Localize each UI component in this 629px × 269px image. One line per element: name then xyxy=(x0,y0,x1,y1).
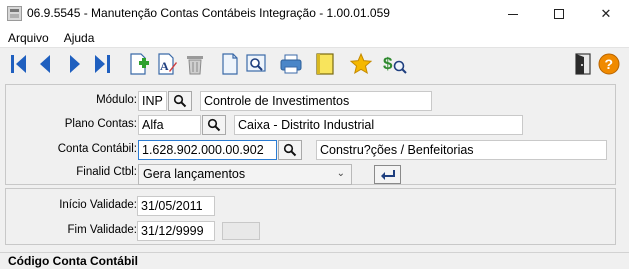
svg-text:?: ? xyxy=(605,56,614,72)
favorite-button[interactable] xyxy=(348,51,374,77)
finalidade-label: Finalid Ctbl: xyxy=(76,166,137,178)
title-bar: 06.9.5545 - Manutenção Contas Contábeis … xyxy=(0,0,629,28)
conta-search-button[interactable] xyxy=(278,140,302,160)
plano-description-field: Caixa - Distrito Industrial xyxy=(234,115,523,135)
delete-record-icon xyxy=(187,56,203,75)
last-record-icon xyxy=(95,55,110,73)
modulo-label: Módulo: xyxy=(96,94,137,106)
edit-record-icon: A xyxy=(158,53,177,75)
minimize-icon xyxy=(508,13,518,15)
app-icon xyxy=(7,6,22,21)
inicio-validade-label: Início Validade: xyxy=(59,199,137,211)
toolbar: A $ ? xyxy=(0,47,629,80)
minimize-button[interactable] xyxy=(490,0,536,28)
help-icon: ? xyxy=(598,53,620,75)
exit-button[interactable] xyxy=(570,51,596,77)
notes-button[interactable] xyxy=(312,51,338,77)
validity-panel: Início Validade: 31/05/2011 Fim Validade… xyxy=(5,188,616,245)
conta-code-field[interactable]: 1.628.902.000.00.902 xyxy=(138,140,277,160)
next-record-icon xyxy=(70,55,80,73)
svg-text:A: A xyxy=(160,59,169,73)
help-button[interactable]: ? xyxy=(596,51,622,77)
next-record-button[interactable] xyxy=(62,51,88,77)
first-record-icon xyxy=(11,55,26,73)
menu-ajuda[interactable]: Ajuda xyxy=(56,31,102,45)
plano-code-field[interactable]: Alfa xyxy=(138,115,201,135)
edit-record-button[interactable]: A xyxy=(154,51,180,77)
window-title: 06.9.5545 - Manutenção Contas Contábeis … xyxy=(27,6,390,20)
maximize-icon xyxy=(554,9,564,19)
modulo-description-field: Controle de Investimentos xyxy=(200,91,432,111)
first-record-button[interactable] xyxy=(6,51,32,77)
modulo-search-button[interactable] xyxy=(168,91,192,111)
finance-query-icon: $ xyxy=(383,54,407,74)
copy-record-button[interactable] xyxy=(217,51,243,77)
close-icon: ✕ xyxy=(600,6,612,22)
chevron-down-icon: ⌄ xyxy=(336,168,345,179)
notes-icon xyxy=(316,53,334,75)
plano-search-button[interactable] xyxy=(202,115,226,135)
previous-record-icon xyxy=(40,55,50,73)
delete-record-button[interactable] xyxy=(182,51,208,77)
print-button[interactable] xyxy=(278,51,304,77)
maximize-button[interactable] xyxy=(536,0,582,28)
fim-validade-extra-field xyxy=(222,222,260,240)
plano-label: Plano Contas: xyxy=(64,118,137,130)
conta-description-field: Constru?ções / Benfeitorias xyxy=(316,140,607,160)
status-text: Código Conta Contábil xyxy=(8,254,138,268)
menu-bar: Arquivo Ajuda xyxy=(0,28,629,47)
fim-validade-label: Fim Validade: xyxy=(67,224,137,236)
favorite-star-icon xyxy=(349,52,373,75)
finance-query-button[interactable]: $ xyxy=(382,51,408,77)
last-record-button[interactable] xyxy=(89,51,115,77)
svg-text:$: $ xyxy=(383,54,393,73)
modulo-code-field[interactable]: INP xyxy=(138,91,167,111)
search-record-button[interactable] xyxy=(243,51,269,77)
exit-door-icon xyxy=(575,53,591,75)
close-button[interactable]: ✕ xyxy=(583,0,629,28)
add-record-icon xyxy=(130,53,149,75)
main-area: Módulo: INP Controle de Investimentos Pl… xyxy=(0,80,629,252)
search-icon xyxy=(173,94,187,108)
previous-record-button[interactable] xyxy=(32,51,58,77)
print-icon xyxy=(280,54,302,74)
finalidade-select[interactable]: Gera lançamentos ⌄ xyxy=(138,164,352,185)
enter-arrow-icon xyxy=(380,169,395,180)
add-record-button[interactable] xyxy=(126,51,152,77)
inicio-validade-field[interactable]: 31/05/2011 xyxy=(137,196,215,216)
search-record-icon xyxy=(246,54,266,72)
menu-arquivo[interactable]: Arquivo xyxy=(0,31,56,45)
search-icon xyxy=(283,143,297,157)
account-panel: Módulo: INP Controle de Investimentos Pl… xyxy=(5,84,616,185)
finalidade-select-value: Gera lançamentos xyxy=(143,167,246,181)
fim-validade-field[interactable]: 31/12/9999 xyxy=(137,221,215,241)
search-icon xyxy=(207,118,221,132)
enter-button[interactable] xyxy=(374,165,401,184)
status-bar: Código Conta Contábil xyxy=(0,252,629,269)
conta-label: Conta Contábil: xyxy=(57,143,137,155)
copy-record-icon xyxy=(222,53,238,75)
